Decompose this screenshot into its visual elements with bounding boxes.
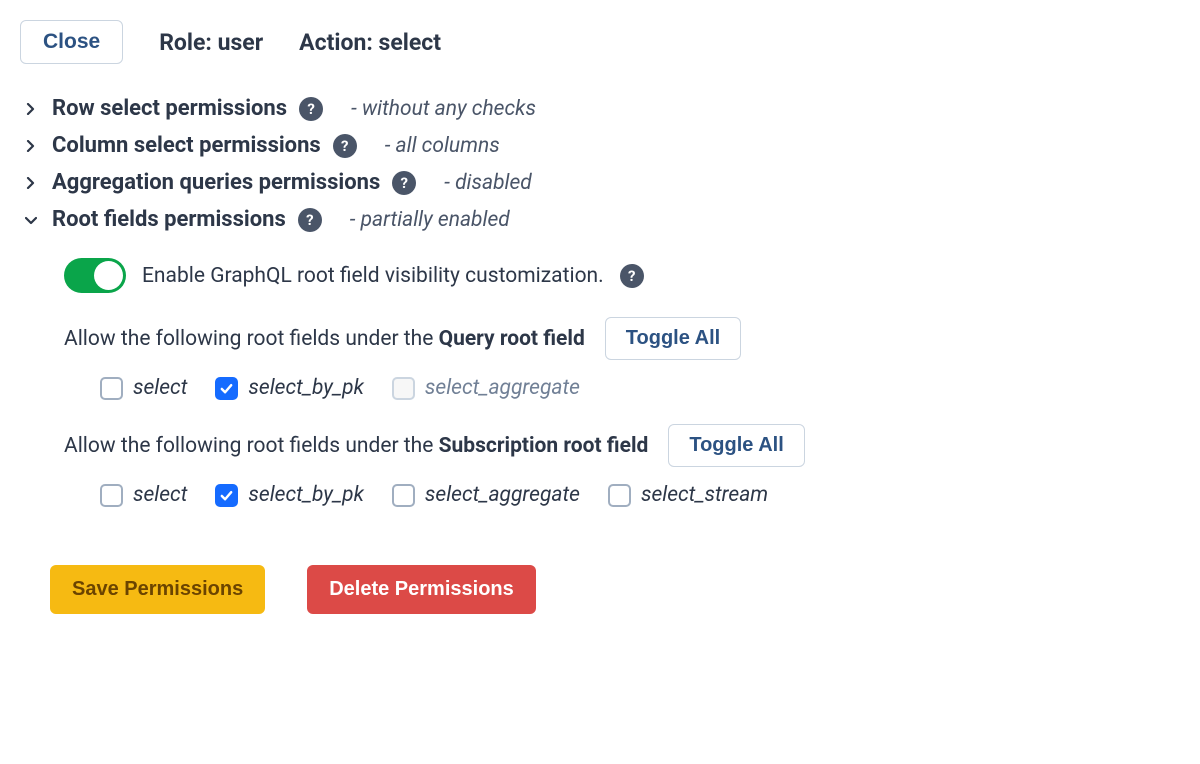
root-fields-permissions-row[interactable]: Root fields permissions ? - partially en… [20,203,1180,240]
top-bar: Close Role: user Action: select [20,20,1180,64]
aggregation-permissions-row[interactable]: Aggregation queries permissions ? - disa… [20,166,1180,203]
help-icon[interactable]: ? [299,97,323,121]
section-title: Column select permissions [52,133,321,158]
section-title: Root fields permissions [52,207,286,232]
column-select-permissions-row[interactable]: Column select permissions ? - all column… [20,129,1180,166]
checkbox-query-select[interactable]: select [100,376,187,400]
role-label: Role: user [159,29,263,56]
root-fields-content: Enable GraphQL root field visibility cus… [20,240,1180,517]
subscription-root-field-text: Allow the following root fields under th… [64,434,648,458]
checkbox-subscription-select[interactable]: select [100,483,187,507]
checkbox-label: select [133,483,187,507]
checkbox-label: select_aggregate [425,376,580,400]
help-icon[interactable]: ? [333,134,357,158]
section-status: - partially enabled [350,208,510,232]
section-status: - disabled [444,171,532,195]
checkbox-label: select_stream [641,483,768,507]
help-icon[interactable]: ? [392,171,416,195]
save-permissions-button[interactable]: Save Permissions [50,565,265,614]
enable-customization-row: Enable GraphQL root field visibility cus… [64,258,1180,293]
query-root-field-block: Allow the following root fields under th… [64,317,1180,400]
checkbox-subscription-select-by-pk[interactable]: select_by_pk [215,483,364,507]
checkbox-query-select-aggregate: select_aggregate [392,376,580,400]
chevron-right-icon [20,135,42,157]
checkbox-label: select_aggregate [425,483,580,507]
subscription-root-field-block: Allow the following root fields under th… [64,424,1180,507]
query-root-field-text: Allow the following root fields under th… [64,327,585,351]
checkbox-label: select_by_pk [248,376,364,400]
section-title: Row select permissions [52,96,287,121]
chevron-right-icon [20,98,42,120]
checkbox-subscription-select-aggregate[interactable]: select_aggregate [392,483,580,507]
close-button[interactable]: Close [20,20,123,64]
row-select-permissions-row[interactable]: Row select permissions ? - without any c… [20,92,1180,129]
section-status: - without any checks [351,97,536,121]
checkbox-subscription-select-stream[interactable]: select_stream [608,483,768,507]
help-icon[interactable]: ? [620,264,644,288]
toggle-all-query-button[interactable]: Toggle All [605,317,741,360]
delete-permissions-button[interactable]: Delete Permissions [307,565,536,614]
enable-toggle-label: Enable GraphQL root field visibility cus… [142,264,604,288]
section-status: - all columns [385,134,500,158]
checkbox-label: select [133,376,187,400]
checkbox-query-select-by-pk[interactable]: select_by_pk [215,376,364,400]
toggle-all-subscription-button[interactable]: Toggle All [668,424,804,467]
chevron-right-icon [20,172,42,194]
action-buttons: Save Permissions Delete Permissions [20,565,1180,614]
action-label: Action: select [299,29,441,56]
enable-toggle[interactable] [64,258,126,293]
help-icon[interactable]: ? [298,208,322,232]
section-title: Aggregation queries permissions [52,170,380,195]
checkbox-label: select_by_pk [248,483,364,507]
chevron-down-icon [20,209,42,231]
